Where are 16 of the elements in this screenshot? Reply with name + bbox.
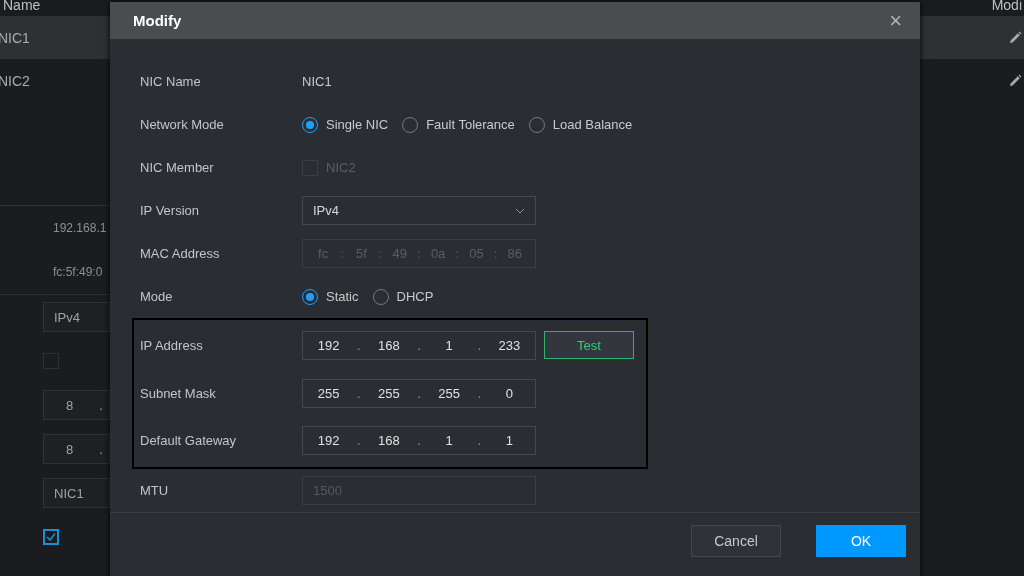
field-label: IP Address bbox=[140, 337, 204, 353]
field-value: NIC1 bbox=[302, 74, 332, 89]
field-label: IP Version bbox=[140, 203, 201, 218]
field-label: Network Mode bbox=[140, 117, 225, 132]
field-label: Mode bbox=[140, 289, 174, 304]
column-header: Modi bbox=[991, 0, 1022, 13]
field-label: Subnet Mask bbox=[140, 386, 217, 401]
column-header: Name bbox=[3, 0, 41, 13]
detail-text: 192.168.1 bbox=[52, 221, 107, 235]
dialog-title: Modify bbox=[133, 12, 182, 29]
field-label: NIC Member bbox=[140, 160, 215, 175]
detail-text: fc:5f:49:0 bbox=[52, 265, 103, 279]
field-label: MAC Address bbox=[140, 246, 221, 261]
field-label: NIC Name bbox=[140, 74, 202, 89]
field-label: MTU bbox=[140, 483, 170, 498]
field-label: Default Gateway bbox=[140, 433, 238, 448]
